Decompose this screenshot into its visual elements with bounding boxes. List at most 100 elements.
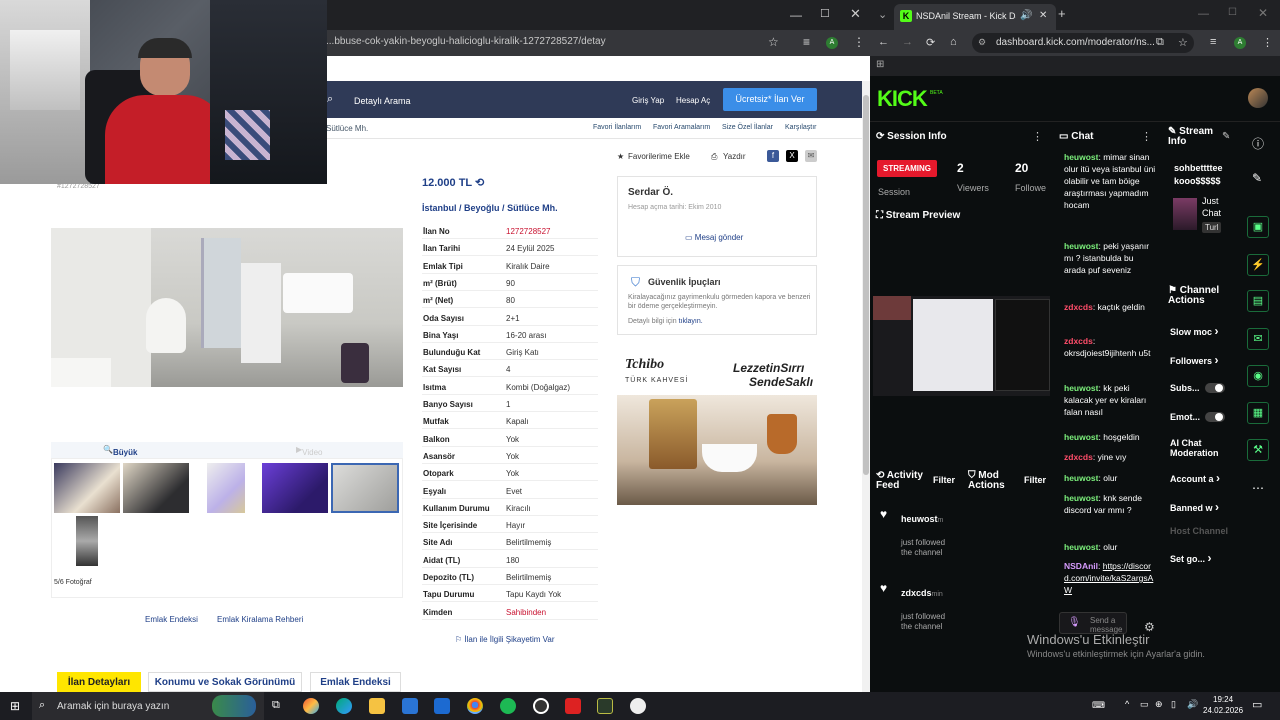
register-link[interactable]: Hesap Aç	[676, 96, 710, 105]
post-ad-button[interactable]: Ücretsiz* İlan Ver	[723, 88, 817, 111]
chat-username[interactable]: zdxcds	[1064, 452, 1093, 462]
close-icon[interactable]: ✕	[850, 6, 861, 22]
lightning-icon[interactable]: ⚡	[1247, 254, 1269, 276]
audio-playing-icon[interactable]: 🔊	[1020, 10, 1032, 21]
reload-icon[interactable]: ⟳	[926, 36, 935, 49]
mod-filter-button[interactable]: Filter	[1024, 475, 1046, 485]
chat-username[interactable]: zdxcds	[1064, 336, 1093, 346]
chat-username[interactable]: heuwost	[1064, 493, 1098, 503]
add-favorite-link[interactable]: Favorilerime Ekle	[628, 152, 690, 161]
apps-grid-icon[interactable]: ⊞	[876, 59, 884, 70]
chat-message[interactable]: NSDAnil: https://discord.com/invite/kaS2…	[1064, 560, 1156, 596]
tab-listing-details[interactable]: İlan Detayları	[57, 672, 141, 692]
battery-icon[interactable]: ▭	[1140, 699, 1149, 710]
tab-emlak-endeksi[interactable]: Emlak Endeksi	[310, 672, 401, 692]
search-icon[interactable]: ⌕	[327, 93, 333, 106]
chat-message[interactable]: heuwost: kk peki kalacak yer ev kiraları…	[1064, 382, 1156, 418]
network-2-icon[interactable]: ▯	[1171, 699, 1176, 710]
chat-menu-icon[interactable]: ⋮	[1141, 130, 1152, 143]
location-city[interactable]: İstanbul	[422, 203, 457, 213]
volume-icon[interactable]: 🔊	[1187, 699, 1198, 710]
login-link[interactable]: Giriş Yap	[632, 96, 664, 105]
gallery-thumbnail[interactable]	[207, 463, 245, 513]
new-tab-icon[interactable]: +	[1058, 6, 1066, 21]
top-link-compare[interactable]: Karşılaştır	[785, 124, 817, 131]
url-text[interactable]: dashboard.kick.com/moderator/ns...	[996, 37, 1155, 48]
chat-message[interactable]: heuwost: mimar sinan olur itü veya istan…	[1064, 151, 1156, 211]
emotes-only-toggle[interactable]	[1205, 412, 1225, 422]
network-icon[interactable]: ⊕	[1155, 699, 1163, 710]
profile-avatar-icon[interactable]: A	[826, 37, 838, 49]
translate-icon[interactable]: ⧉	[1156, 36, 1164, 49]
activity-filter-button[interactable]: Filter	[933, 475, 955, 485]
top-link-special[interactable]: Size Özel İlanlar	[722, 124, 773, 131]
forward-icon[interactable]: →	[902, 36, 913, 48]
stream-preview-video[interactable]	[873, 296, 1050, 396]
set-goal-action[interactable]: Set go... ›	[1170, 551, 1212, 565]
top-link-favorites[interactable]: Favori İlanlarım	[593, 124, 641, 131]
safety-more-link[interactable]: tıklayın.	[679, 318, 703, 325]
chat-username[interactable]: zdxcds	[1064, 302, 1093, 312]
chat-bubble-icon[interactable]: ✉	[1247, 328, 1269, 350]
facebook-icon[interactable]: f	[767, 150, 779, 162]
main-listing-photo[interactable]	[51, 228, 403, 387]
banned-words-action[interactable]: Banned w ›	[1170, 500, 1219, 514]
chat-input[interactable]: 🎙 Send a message	[1059, 612, 1127, 634]
spotify-icon[interactable]	[500, 698, 516, 714]
chrome-icon[interactable]	[467, 698, 483, 714]
app-pen-icon[interactable]	[597, 698, 613, 714]
chat-username[interactable]: heuwost	[1064, 241, 1098, 251]
bookmark-star-icon[interactable]: ☆	[1178, 36, 1188, 49]
tab-list-icon[interactable]: ⌄	[878, 8, 887, 21]
gallery-thumbnail[interactable]	[262, 463, 328, 513]
session-menu-icon[interactable]: ⋮	[1032, 130, 1043, 143]
minimize-icon[interactable]: —	[790, 8, 802, 22]
chat-username[interactable]: heuwost	[1064, 152, 1098, 162]
kick-logo[interactable]: KICK	[877, 86, 928, 112]
scrollbar-thumb[interactable]	[863, 95, 869, 475]
chat-message[interactable]: zdxcds: kaçtık geldin	[1064, 301, 1156, 313]
right-address-bar[interactable]: ← → ⟳ ⌂ ⚙ dashboard.kick.com/moderator/n…	[870, 30, 1280, 56]
report-listing-link[interactable]: ⚐ İlan ile İlgili Şikayetim Var	[455, 635, 555, 644]
notification-icon[interactable]: ▭	[1252, 698, 1262, 711]
printer-icon[interactable]: ⎙	[711, 152, 717, 162]
followers-action[interactable]: Followers ›	[1170, 353, 1219, 367]
chat-message[interactable]: zdxcds: okrsdjoiest9ijihtenh u5t	[1064, 335, 1156, 359]
active-tab[interactable]: K NSDAnil Stream - Kick Dash 🔊 ✕	[894, 4, 1056, 30]
gallery-thumbnail[interactable]	[54, 463, 120, 513]
chat-username[interactable]: heuwost	[1064, 432, 1098, 442]
subs-only-toggle[interactable]	[1205, 383, 1225, 393]
store-icon[interactable]	[402, 698, 418, 714]
task-view-icon[interactable]: ⧉	[272, 699, 280, 712]
tab-location[interactable]: Konumu ve Sokak Görünümü	[148, 672, 302, 692]
home-icon[interactable]: ⌂	[950, 36, 957, 48]
x-twitter-icon[interactable]: X	[786, 150, 798, 162]
activity-username[interactable]: zdxcdsmin	[901, 588, 943, 598]
rental-guide-link[interactable]: Emlak Kiralama Rehberi	[217, 615, 303, 624]
email-icon[interactable]: ✉	[805, 150, 817, 162]
tchibo-advertisement[interactable]: Tchibo TÜRK KAHVESİ LezzetinSırrı SendeS…	[617, 349, 817, 505]
slow-mode-action[interactable]: Slow moc ›	[1170, 324, 1219, 338]
gallery-thumbnail-selected[interactable]	[331, 463, 399, 513]
send-message-button[interactable]: ▭ Mesaj gönder	[685, 233, 743, 242]
location-neighborhood[interactable]: Sütlüce Mh.	[507, 203, 558, 213]
host-channel-action[interactable]: Host Channel	[1170, 526, 1228, 536]
info-icon[interactable]: ⓘ	[1252, 135, 1264, 152]
gallery-thumbnail[interactable]	[76, 516, 98, 566]
layout-icon[interactable]: ▦	[1247, 402, 1269, 424]
clock-date[interactable]: 24.02.2026	[1203, 706, 1243, 715]
copilot-icon[interactable]	[303, 698, 319, 714]
chat-username[interactable]: NSDAnil	[1064, 561, 1098, 571]
location-district[interactable]: Beyoğlu	[464, 203, 500, 213]
file-explorer-icon[interactable]	[369, 698, 385, 714]
windows-start-icon[interactable]: ⊞	[10, 699, 20, 713]
chat-username[interactable]: heuwost	[1064, 542, 1098, 552]
back-icon[interactable]: ←	[878, 36, 889, 48]
menu-dots-icon[interactable]: ⋮	[853, 35, 865, 49]
print-link[interactable]: Yazdır	[723, 152, 746, 161]
keyboard-icon[interactable]: ⌨	[1092, 700, 1105, 711]
breadcrumb-item[interactable]: Sütlüce Mh.	[326, 124, 368, 133]
chat-username[interactable]: heuwost	[1064, 383, 1098, 393]
account-age-action[interactable]: Account a ›	[1170, 471, 1220, 485]
chat-message[interactable]: heuwost: hoşgeldin	[1064, 431, 1156, 443]
